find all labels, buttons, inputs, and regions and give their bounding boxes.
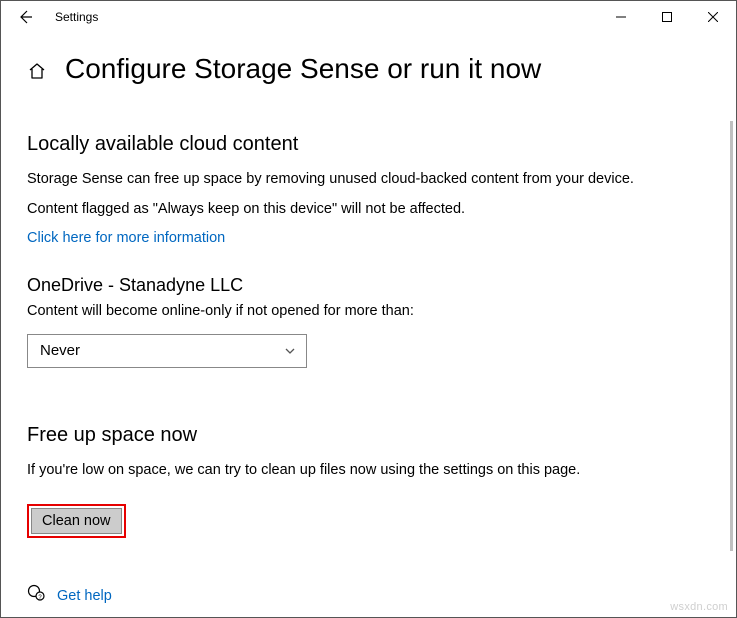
window-controls <box>598 1 736 33</box>
minimize-button[interactable] <box>598 1 644 33</box>
freeup-section-heading: Free up space now <box>27 424 710 447</box>
onedrive-heading: OneDrive - Stanadyne LLC <box>27 275 710 296</box>
get-help-link[interactable]: Get help <box>57 588 112 604</box>
onedrive-period-dropdown[interactable]: Never <box>27 334 307 368</box>
maximize-icon <box>662 12 672 22</box>
scrollbar[interactable] <box>730 121 733 551</box>
cloud-desc-2: Content flagged as "Always keep on this … <box>27 200 710 220</box>
maximize-button[interactable] <box>644 1 690 33</box>
more-info-link[interactable]: Click here for more information <box>27 230 225 246</box>
back-button[interactable] <box>9 1 41 33</box>
help-row: ? Get help <box>27 584 710 607</box>
onedrive-desc: Content will become online-only if not o… <box>27 302 710 322</box>
cloud-section-heading: Locally available cloud content <box>27 133 710 156</box>
window-title: Settings <box>55 10 98 24</box>
clean-now-button[interactable]: Clean now <box>31 508 122 534</box>
close-button[interactable] <box>690 1 736 33</box>
help-icon: ? <box>27 584 45 607</box>
minimize-icon <box>616 12 626 22</box>
close-icon <box>708 12 718 22</box>
clean-now-highlight: Clean now <box>27 504 126 538</box>
dropdown-value: Never <box>40 342 80 359</box>
cloud-desc-1: Storage Sense can free up space by remov… <box>27 170 710 190</box>
page-title: Configure Storage Sense or run it now <box>65 53 541 85</box>
page-header: Configure Storage Sense or run it now <box>1 33 736 85</box>
home-icon[interactable] <box>27 61 47 86</box>
arrow-left-icon <box>17 9 33 25</box>
content-area: Locally available cloud content Storage … <box>1 133 736 607</box>
freeup-desc: If you're low on space, we can try to cl… <box>27 461 710 481</box>
titlebar: Settings <box>1 1 736 33</box>
watermark: wsxdn.com <box>670 601 728 613</box>
chevron-down-icon <box>284 345 296 357</box>
